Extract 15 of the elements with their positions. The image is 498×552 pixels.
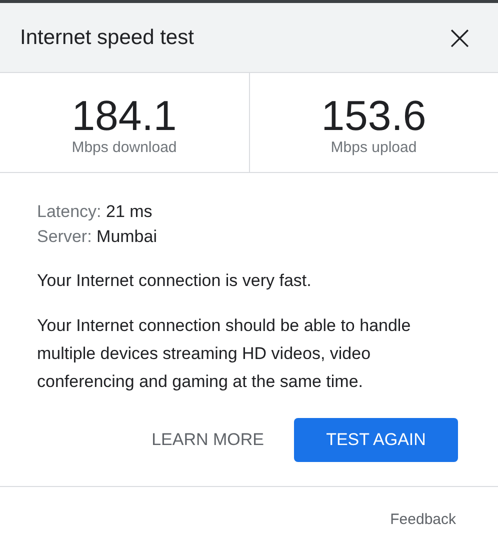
description-text: Your Internet connection should be able to handle multiple devices streaming HD videos, video conferencing and gaming at the same time. [37, 315, 412, 393]
learn-more-button[interactable]: LEARN MORE [152, 420, 264, 460]
dialog-title: Internet speed test [20, 26, 194, 50]
feedback-link[interactable]: Feedback [390, 511, 456, 528]
speed-value: 184.1 [72, 93, 177, 139]
speed-unit: Mbps upload [330, 139, 417, 156]
detail-label: Server: [37, 227, 92, 246]
detail-value: Mumbai [96, 227, 157, 246]
detail-label: Latency: [37, 202, 102, 221]
detail-value: 21 ms [106, 202, 152, 221]
close-button[interactable]: × [442, 20, 478, 54]
test-again-button[interactable]: TEST AGAIN [294, 418, 458, 462]
summary-text: Your Internet connection is very fast. [37, 270, 312, 292]
speed-unit: Mbps download [72, 139, 177, 156]
speed-value: 153.6 [321, 93, 426, 139]
